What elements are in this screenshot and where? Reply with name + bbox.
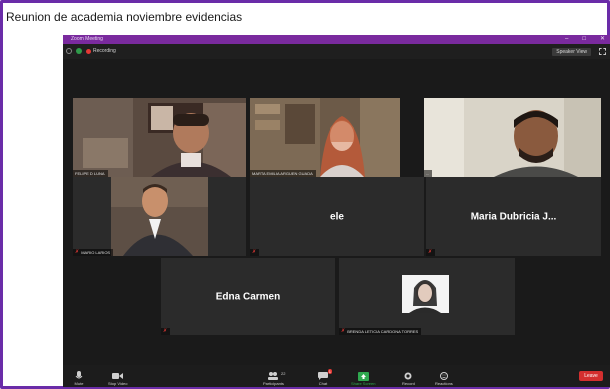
stop-video-button[interactable]: Stop Video <box>108 371 128 386</box>
participants-icon: 22 <box>267 371 285 381</box>
participant-tile-active-speaker[interactable]: ... <box>424 98 601 177</box>
participant-name-label: ✗ BRENDA LETICIA CARDONA TORRES <box>339 328 422 335</box>
shield-icon[interactable] <box>76 48 82 54</box>
maximize-icon[interactable]: □ <box>582 35 586 44</box>
participant-video <box>424 98 601 177</box>
participant-name-label: FELIPE D LUNA <box>73 170 108 177</box>
video-camera-icon <box>112 371 124 381</box>
participant-name-label: MARTA EMILIA ARGUEN GUADA <box>250 170 316 177</box>
muted-mic-icon: ✗ <box>341 328 346 334</box>
participant-name-label: ... <box>424 170 433 177</box>
smiley-icon <box>438 371 450 381</box>
meeting-top-bar: Recording Speaker View <box>63 44 610 59</box>
participant-tile[interactable]: Maria Dubricia J... ✗ <box>426 177 601 256</box>
muted-mic-icon: ✗ <box>75 249 80 255</box>
participant-tile[interactable]: Edna Carmen ✗ <box>161 258 335 335</box>
record-button[interactable]: Record <box>402 371 415 386</box>
window-controls: – □ ✕ <box>565 35 605 44</box>
participant-name-label: ✗ <box>426 249 436 256</box>
mute-button[interactable]: Mute <box>73 371 85 386</box>
participant-video <box>250 98 400 177</box>
info-icon[interactable] <box>66 48 72 54</box>
participant-name-label: ✗ MARIO LARIOS <box>73 249 114 256</box>
participant-name-label: ✗ <box>161 328 171 335</box>
meeting-controls-bar: Mute Stop Video 22 Participants 1 Chat S… <box>63 365 610 387</box>
record-dot-icon <box>86 48 91 54</box>
participant-name-label: ✗ <box>250 249 260 256</box>
speaker-view-button[interactable]: Speaker View <box>552 48 591 56</box>
microphone-icon <box>73 371 85 381</box>
participant-tile[interactable]: ✗ BRENDA LETICIA CARDONA TORRES <box>339 258 515 335</box>
zoom-window: Zoom Meeting – □ ✕ Recording Speaker Vie… <box>63 35 610 387</box>
participant-tile[interactable]: ele ✗ <box>250 177 424 256</box>
participant-tile[interactable]: MARTA EMILIA ARGUEN GUADA <box>250 98 400 177</box>
participant-name-display: Maria Dubricia J... <box>470 211 557 222</box>
muted-mic-icon: ✗ <box>252 249 257 255</box>
participants-count: 22 <box>281 371 286 376</box>
participant-name-display: ele <box>330 211 344 222</box>
document-title: Reunion de academia noviembre evidencias <box>6 10 243 24</box>
end-meeting-button[interactable]: Leave <box>579 371 603 381</box>
record-icon <box>402 371 414 381</box>
chat-button[interactable]: 1 Chat <box>317 369 332 386</box>
muted-mic-icon: ✗ <box>428 249 433 255</box>
close-icon[interactable]: ✕ <box>600 35 605 44</box>
share-screen-icon <box>357 371 369 381</box>
window-title: Zoom Meeting <box>71 36 103 42</box>
participant-video <box>73 98 246 177</box>
minimize-icon[interactable]: – <box>565 35 568 44</box>
recording-indicator[interactable]: Recording <box>86 48 116 54</box>
participants-button[interactable]: 22 Participants <box>263 371 285 386</box>
fullscreen-icon[interactable] <box>599 48 606 55</box>
participant-tile[interactable]: FELIPE D LUNA <box>73 98 246 177</box>
participant-tile[interactable]: ✗ MARIO LARIOS <box>73 177 246 256</box>
participant-photo <box>339 258 515 335</box>
muted-mic-icon: ✗ <box>163 328 168 334</box>
share-screen-button[interactable]: Share Screen <box>351 371 375 386</box>
chat-bubble-icon: 1 <box>317 369 332 381</box>
recording-label: Recording <box>93 48 116 54</box>
participant-name-display: Edna Carmen <box>215 291 281 302</box>
chat-badge: 1 <box>327 369 332 374</box>
participant-video <box>73 177 246 256</box>
reactions-button[interactable]: Reactions <box>435 371 453 386</box>
window-titlebar: Zoom Meeting – □ ✕ <box>63 35 610 44</box>
